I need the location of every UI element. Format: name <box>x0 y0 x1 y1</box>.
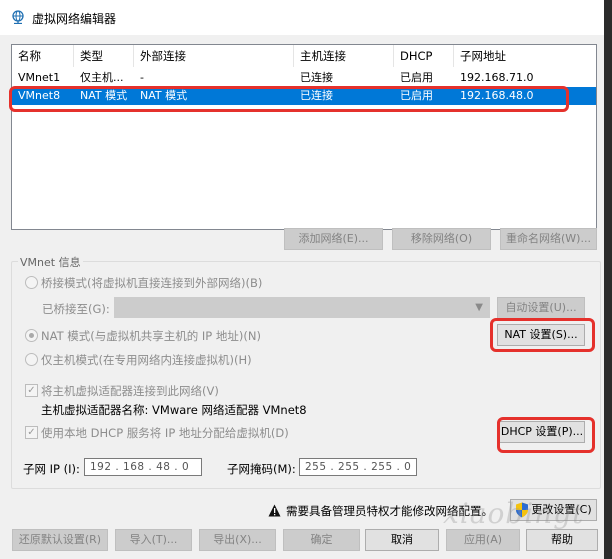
warning-icon <box>268 504 281 517</box>
cell-type: 仅主机... <box>80 71 124 84</box>
title-bar: 虚拟网络编辑器 <box>0 0 612 35</box>
remove-network-button[interactable]: 移除网络(O) <box>392 228 491 250</box>
background-strip <box>604 0 612 559</box>
cell-name: VMnet1 <box>18 71 61 84</box>
table-row-selected[interactable]: VMnet8 NAT 模式 NAT 模式 已连接 已启用 192.168.48.… <box>12 87 596 105</box>
vmnet-info-label: VMnet 信息 <box>18 254 83 270</box>
subnet-ip-label: 子网 IP (I): <box>23 462 80 476</box>
use-dhcp-label[interactable]: 使用本地 DHCP 服务将 IP 地址分配给虚拟机(D) <box>41 425 289 441</box>
column-header-type[interactable]: 类型 <box>74 45 134 67</box>
cell-subnet: 192.168.48.0 <box>460 89 534 102</box>
use-dhcp-checkbox[interactable]: ✓ <box>25 426 38 439</box>
nat-mode-label[interactable]: NAT 模式(与虚拟机共享主机的 IP 地址)(N) <box>41 328 261 344</box>
bridge-mode-radio[interactable] <box>25 276 38 289</box>
bridged-to-select[interactable]: ▼ <box>114 297 490 318</box>
export-button[interactable]: 导出(X)... <box>199 529 276 551</box>
connect-adapter-label[interactable]: 将主机虚拟适配器连接到此网络(V) <box>41 383 219 399</box>
cell-host: 已连接 <box>300 71 333 84</box>
host-only-label[interactable]: 仅主机模式(在专用网络内连接虚拟机)(H) <box>41 352 252 368</box>
connect-adapter-checkbox[interactable]: ✓ <box>25 384 38 397</box>
bridge-mode-label[interactable]: 桥接模式(将虚拟机直接连接到外部网络)(B) <box>41 275 262 291</box>
dialog-body: 名称 类型 外部连接 主机连接 DHCP 子网地址 VMnet1 仅主机... … <box>0 35 604 559</box>
network-globe-icon <box>12 10 24 24</box>
chevron-down-icon: ▼ <box>475 302 483 313</box>
apply-button[interactable]: 应用(A) <box>446 529 520 551</box>
cancel-button[interactable]: 取消 <box>365 529 439 551</box>
column-header-external[interactable]: 外部连接 <box>134 45 294 67</box>
ok-button[interactable]: 确定 <box>283 529 360 551</box>
cell-dhcp: 已启用 <box>400 71 433 84</box>
cell-subnet: 192.168.71.0 <box>460 71 534 84</box>
auto-settings-button[interactable]: 自动设置(U)... <box>497 297 585 319</box>
adapter-name-label: 主机虚拟适配器名称: VMware 网络适配器 VMnet8 <box>41 403 307 417</box>
uac-shield-icon <box>516 502 528 518</box>
vmnet-info-group <box>11 261 601 489</box>
cell-external: NAT 模式 <box>140 89 188 102</box>
restore-defaults-button[interactable]: 还原默认设置(R) <box>12 529 108 551</box>
admin-notice: 需要具备管理员特权才能修改网络配置。 <box>286 504 493 518</box>
add-network-button[interactable]: 添加网络(E)... <box>284 228 383 250</box>
cell-name: VMnet8 <box>18 89 61 102</box>
nat-settings-button[interactable]: NAT 设置(S)... <box>497 324 585 346</box>
window-title: 虚拟网络编辑器 <box>32 12 117 26</box>
column-header-host[interactable]: 主机连接 <box>294 45 394 67</box>
cell-dhcp: 已启用 <box>400 89 433 102</box>
list-header: 名称 类型 外部连接 主机连接 DHCP 子网地址 <box>12 45 596 67</box>
column-header-subnet[interactable]: 子网地址 <box>454 45 596 67</box>
bridged-to-label: 已桥接至(G): <box>42 302 110 316</box>
cell-host: 已连接 <box>300 89 333 102</box>
rename-network-button[interactable]: 重命名网络(W)... <box>500 228 597 250</box>
cell-external: - <box>140 71 144 84</box>
dhcp-settings-button[interactable]: DHCP 设置(P)... <box>499 421 585 443</box>
help-button[interactable]: 帮助 <box>526 529 598 551</box>
column-header-dhcp[interactable]: DHCP <box>394 45 454 67</box>
cell-type: NAT 模式 <box>80 89 128 102</box>
table-row[interactable]: VMnet1 仅主机... - 已连接 已启用 192.168.71.0 <box>12 69 596 87</box>
subnet-ip-field[interactable]: 192 . 168 . 48 . 0 <box>84 458 202 476</box>
import-button[interactable]: 导入(T)... <box>115 529 192 551</box>
nat-mode-radio[interactable] <box>25 329 38 342</box>
subnet-mask-field[interactable]: 255 . 255 . 255 . 0 <box>299 458 417 476</box>
host-only-radio[interactable] <box>25 353 38 366</box>
column-header-name[interactable]: 名称 <box>12 45 74 67</box>
network-list[interactable]: 名称 类型 外部连接 主机连接 DHCP 子网地址 VMnet1 仅主机... … <box>11 44 597 230</box>
subnet-mask-label: 子网掩码(M): <box>227 462 296 476</box>
